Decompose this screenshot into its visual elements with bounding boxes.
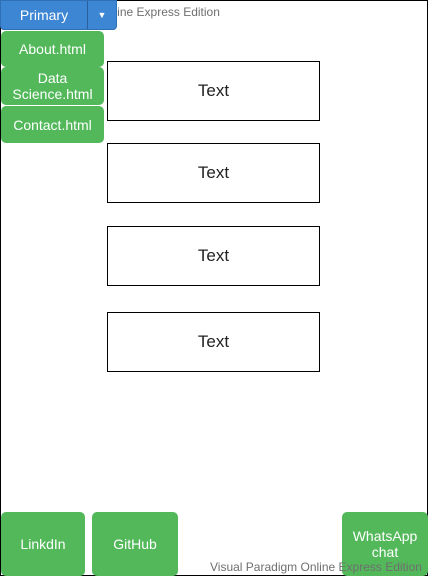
text-box: Text	[107, 226, 320, 286]
menu-item-contact[interactable]: Contact.html	[1, 106, 104, 143]
text-box: Text	[107, 312, 320, 372]
menu-item-data-science[interactable]: Data Science.html	[1, 67, 104, 105]
text-box: Text	[107, 61, 320, 121]
menu-item-about[interactable]: About.html	[1, 31, 104, 67]
watermark-bottom: Visual Paradigm Online Express Edition	[210, 560, 422, 574]
github-button[interactable]: GitHub	[92, 512, 178, 576]
chevron-down-icon[interactable]: ▼	[88, 1, 116, 29]
primary-dropdown-label[interactable]: Primary	[1, 1, 87, 29]
linkedin-button[interactable]: LinkdIn	[1, 512, 85, 576]
text-box: Text	[107, 143, 320, 203]
primary-dropdown-button[interactable]: Primary ▼	[0, 0, 117, 30]
